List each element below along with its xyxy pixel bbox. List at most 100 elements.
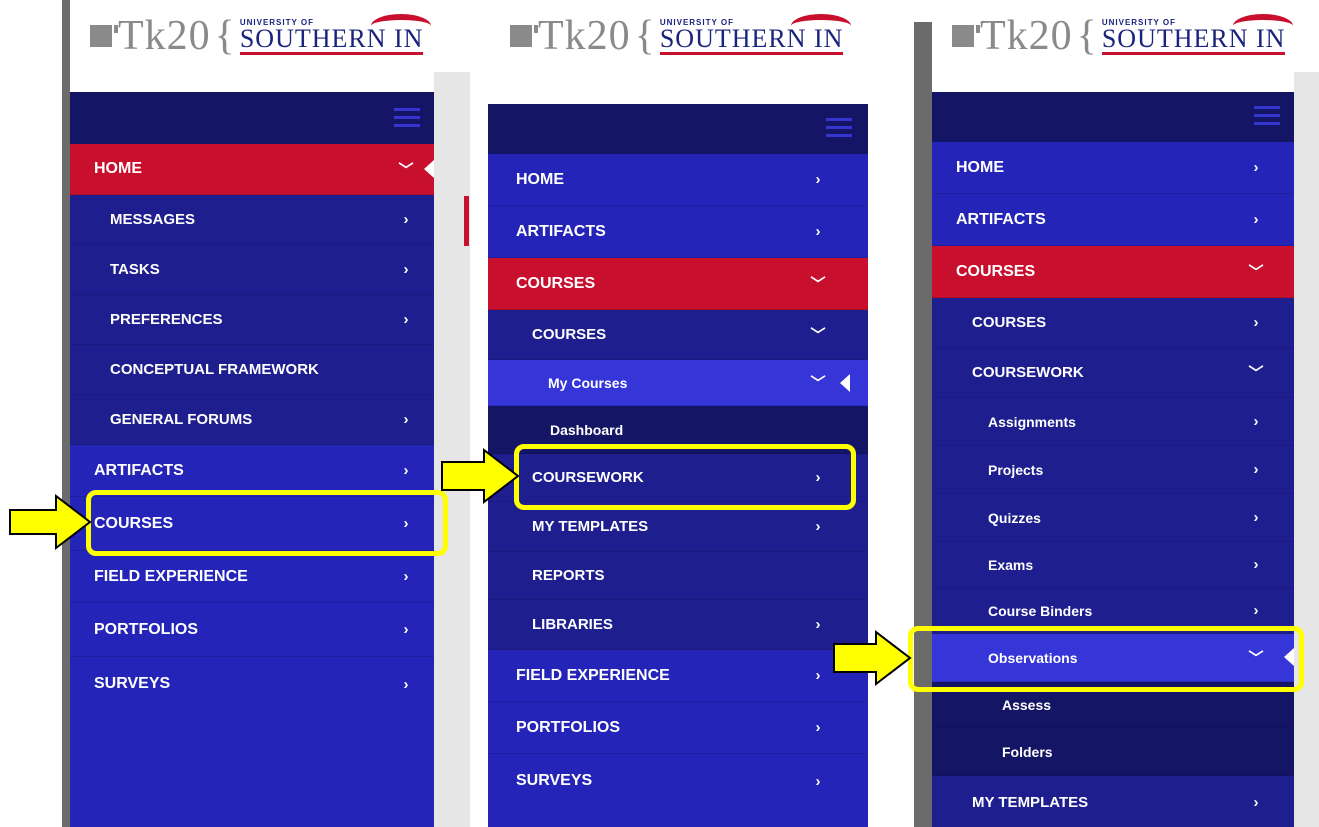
pointer-arrow-icon bbox=[833, 630, 912, 686]
nav-item-home[interactable]: HOME ﹀ bbox=[70, 144, 434, 195]
chevron-right-icon: › bbox=[815, 518, 821, 535]
nav-item-preferences[interactable]: PREFERENCES › bbox=[70, 295, 434, 345]
chevron-right-icon: › bbox=[403, 411, 409, 428]
chevron-right-icon: › bbox=[403, 261, 409, 278]
nav-item-portfolios[interactable]: PORTFOLIOS › bbox=[488, 702, 868, 754]
window-edge bbox=[62, 0, 70, 827]
nav-item-tasks[interactable]: TASKS › bbox=[70, 245, 434, 295]
logo: Tk20 { UNIVERSITY OF SOUTHERN IN bbox=[488, 0, 870, 72]
nav-item-coursework[interactable]: COURSEWORK ﹀ bbox=[932, 348, 1294, 398]
logo-tk20: Tk20 bbox=[118, 13, 211, 59]
nav-item-surveys[interactable]: SURVEYS › bbox=[70, 657, 434, 711]
chevron-down-icon: ﹀ bbox=[398, 161, 414, 179]
nav-item-folders[interactable]: Folders bbox=[932, 728, 1294, 776]
logo-underline bbox=[659, 51, 844, 55]
chevron-down-icon: ﹀ bbox=[810, 276, 826, 293]
torch-icon bbox=[791, 13, 852, 38]
nav-item-home[interactable]: HOME › bbox=[932, 142, 1294, 194]
nav-item-reports[interactable]: REPORTS bbox=[488, 552, 868, 600]
chevron-down-icon: ﹀ bbox=[1248, 365, 1264, 382]
logo-brace: { bbox=[214, 13, 236, 59]
nav-item-courses-sub[interactable]: COURSES › bbox=[932, 298, 1294, 348]
nav-item-projects[interactable]: Projects › bbox=[932, 446, 1294, 494]
chevron-down-icon: ﹀ bbox=[1248, 264, 1264, 281]
chevron-right-icon: › bbox=[815, 667, 821, 684]
chevron-right-icon: › bbox=[403, 568, 409, 585]
panel-1: Tk20 { UNIVERSITY OF SOUTHERN IN HOME ﹀ … bbox=[70, 0, 468, 827]
active-indicator bbox=[840, 374, 850, 392]
logo-brace: { bbox=[1076, 13, 1098, 59]
chevron-right-icon: › bbox=[403, 311, 409, 328]
torch-icon bbox=[371, 13, 432, 38]
chevron-right-icon: › bbox=[1253, 556, 1259, 573]
content-area-edge bbox=[1294, 72, 1319, 827]
nav-item-conceptual-framework[interactable]: CONCEPTUAL FRAMEWORK bbox=[70, 345, 434, 395]
chevron-right-icon: › bbox=[1253, 509, 1259, 526]
chevron-right-icon: › bbox=[403, 675, 409, 693]
chevron-down-icon: ﹀ bbox=[810, 327, 826, 344]
hamburger-menu-icon[interactable] bbox=[394, 108, 420, 127]
chevron-right-icon: › bbox=[1253, 793, 1259, 811]
torch-icon bbox=[1233, 13, 1294, 38]
tk20-logo-icon bbox=[90, 25, 118, 47]
nav-item-courses-sub[interactable]: COURSES ﹀ bbox=[488, 310, 868, 360]
hamburger-menu-icon[interactable] bbox=[1254, 106, 1280, 125]
chevron-right-icon: › bbox=[815, 223, 821, 240]
panel-3: Tk20 { UNIVERSITY OF SOUTHERN IN HOME › … bbox=[932, 0, 1319, 827]
nav-item-field-experience[interactable]: FIELD EXPERIENCE › bbox=[488, 650, 868, 702]
chevron-right-icon: › bbox=[1253, 159, 1259, 176]
logo: Tk20 { UNIVERSITY OF SOUTHERN IN bbox=[70, 0, 468, 72]
chevron-right-icon: › bbox=[1253, 314, 1259, 331]
highlight-box bbox=[908, 626, 1304, 692]
sidebar-nav: HOME ﹀ MESSAGES › TASKS › PREFERENCES › … bbox=[70, 92, 434, 827]
nav-header bbox=[70, 92, 434, 144]
tk20-logo-icon bbox=[510, 25, 538, 47]
logo-tk20: Tk20 bbox=[538, 13, 631, 59]
nav-header bbox=[488, 104, 868, 154]
window-edge bbox=[914, 22, 932, 827]
chevron-right-icon: › bbox=[1253, 413, 1259, 430]
nav-item-artifacts[interactable]: ARTIFACTS › bbox=[932, 194, 1294, 246]
chevron-right-icon: › bbox=[403, 211, 409, 228]
chevron-right-icon: › bbox=[815, 719, 821, 736]
nav-item-general-forums[interactable]: GENERAL FORUMS › bbox=[70, 395, 434, 445]
pointer-arrow-icon bbox=[441, 448, 520, 504]
panel-2: Tk20 { UNIVERSITY OF SOUTHERN IN HOME › … bbox=[488, 0, 870, 827]
nav-item-artifacts[interactable]: ARTIFACTS › bbox=[488, 206, 868, 258]
tk20-logo-icon bbox=[952, 25, 980, 47]
chevron-right-icon: › bbox=[1253, 461, 1259, 478]
pointer-arrow-icon bbox=[9, 494, 92, 550]
logo: Tk20 { UNIVERSITY OF SOUTHERN IN bbox=[932, 0, 1319, 72]
nav-item-home[interactable]: HOME › bbox=[488, 154, 868, 206]
nav-item-exams[interactable]: Exams › bbox=[932, 542, 1294, 588]
chevron-down-icon: ﹀ bbox=[810, 375, 826, 392]
nav-item-libraries[interactable]: LIBRARIES › bbox=[488, 600, 868, 650]
chevron-right-icon: › bbox=[403, 462, 409, 479]
nav-item-courses[interactable]: COURSES ﹀ bbox=[488, 258, 868, 310]
hamburger-menu-icon[interactable] bbox=[826, 118, 852, 137]
nav-item-surveys[interactable]: SURVEYS › bbox=[488, 754, 868, 808]
chevron-right-icon: › bbox=[815, 171, 821, 188]
sidebar-nav: HOME › ARTIFACTS › COURSES ﹀ COURSES › C… bbox=[932, 92, 1294, 827]
nav-item-quizzes[interactable]: Quizzes › bbox=[932, 494, 1294, 542]
logo-brace: { bbox=[634, 13, 656, 59]
chevron-right-icon: › bbox=[403, 621, 409, 638]
chevron-right-icon: › bbox=[815, 616, 821, 633]
chevron-right-icon: › bbox=[1253, 602, 1259, 619]
nav-header bbox=[932, 92, 1294, 142]
highlight-box bbox=[86, 490, 448, 556]
nav-item-my-templates[interactable]: MY TEMPLATES › bbox=[932, 776, 1294, 827]
logo-underline bbox=[239, 51, 424, 55]
nav-item-assignments[interactable]: Assignments › bbox=[932, 398, 1294, 446]
nav-item-courses[interactable]: COURSES ﹀ bbox=[932, 246, 1294, 298]
active-indicator bbox=[424, 160, 434, 178]
nav-item-field-experience[interactable]: FIELD EXPERIENCE › bbox=[70, 551, 434, 603]
nav-item-messages[interactable]: MESSAGES › bbox=[70, 195, 434, 245]
chevron-right-icon: › bbox=[1253, 211, 1259, 228]
nav-item-my-courses[interactable]: My Courses ﹀ bbox=[488, 360, 868, 406]
chevron-right-icon: › bbox=[815, 772, 821, 790]
highlight-box bbox=[514, 444, 856, 510]
logo-tk20: Tk20 bbox=[980, 13, 1073, 59]
logo-underline bbox=[1101, 51, 1286, 55]
nav-item-portfolios[interactable]: PORTFOLIOS › bbox=[70, 603, 434, 657]
